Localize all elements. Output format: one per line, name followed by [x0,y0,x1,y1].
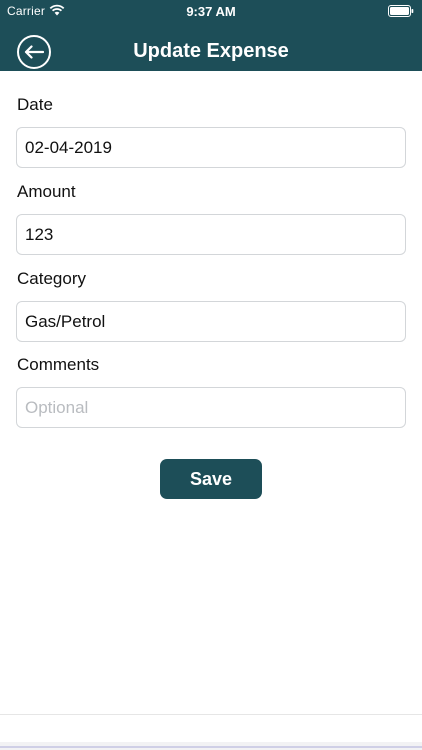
bottom-divider [0,714,422,715]
status-time: 9:37 AM [186,4,236,19]
save-button[interactable]: Save [160,459,262,499]
home-indicator [0,746,422,748]
nav-bar: Update Expense [0,22,422,71]
amount-label: Amount [17,182,76,201]
date-input[interactable] [17,128,405,167]
category-label: Category [17,269,86,288]
comments-input[interactable] [17,388,405,427]
amount-field-box [16,214,406,255]
page-title: Update Expense [133,40,289,62]
date-label: Date [17,95,53,114]
status-bar: Carrier 9:37 AM [0,0,422,22]
category-field-box [16,301,406,342]
category-input[interactable] [17,302,405,341]
battery-icon [388,5,414,17]
date-field-box [16,127,406,168]
comments-label: Comments [17,355,100,374]
comments-field-box [16,387,406,428]
amount-input[interactable] [17,215,405,254]
header: Carrier 9:37 AM Update Expense [0,0,422,71]
update-expense-screen: Carrier 9:37 AM Update Expense Date 02-0… [0,0,422,750]
